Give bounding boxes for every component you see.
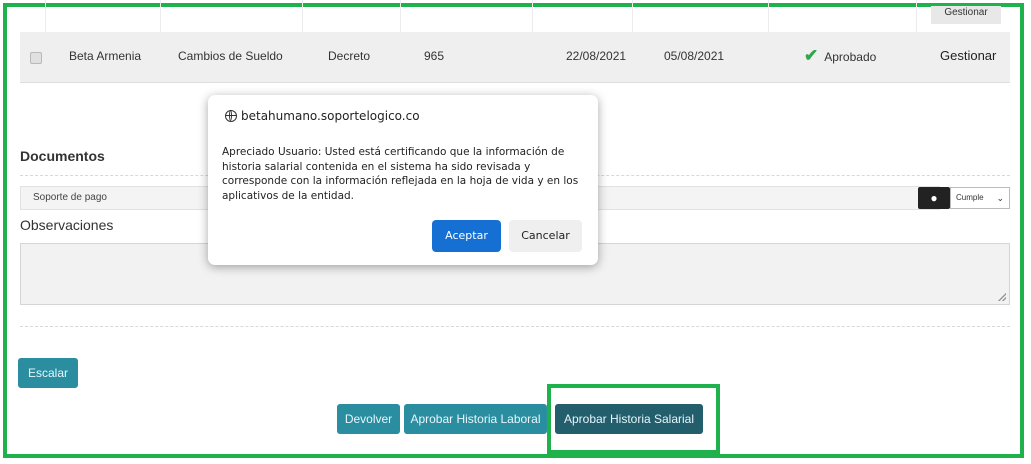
cell-type: Cambios de Sueldo bbox=[178, 49, 283, 63]
table-row: Beta Armenia Cambios de Sueldo Decreto 9… bbox=[20, 32, 1010, 83]
column-separator bbox=[532, 0, 533, 32]
compliance-select-value: Cumple bbox=[956, 193, 984, 202]
column-separator bbox=[768, 0, 769, 32]
escalate-button[interactable]: Escalar bbox=[18, 358, 78, 388]
approve-work-history-button[interactable]: Aprobar Historia Laboral bbox=[404, 404, 547, 434]
cancel-button[interactable]: Cancelar bbox=[509, 220, 582, 252]
column-separator bbox=[160, 0, 161, 32]
requests-table: Gestionar Beta Armenia Cambios de Sueldo… bbox=[20, 0, 1010, 102]
highlight-frame-button bbox=[547, 384, 720, 454]
column-separator bbox=[302, 0, 303, 32]
column-separator bbox=[400, 0, 401, 32]
cell-status: ✔ Aprobado bbox=[804, 32, 876, 82]
cell-entity: Beta Armenia bbox=[69, 49, 142, 63]
confirm-dialog: betahumano.soportelogico.co Apreciado Us… bbox=[208, 95, 598, 265]
table-row-previous: Gestionar bbox=[20, 0, 1010, 33]
manage-button[interactable]: Gestionar bbox=[940, 32, 996, 82]
dialog-message: Apreciado Usuario: Usted está certifican… bbox=[222, 146, 579, 202]
cell-document-type: Decreto bbox=[328, 49, 371, 63]
globe-icon bbox=[225, 110, 237, 122]
row-checkbox[interactable] bbox=[30, 52, 42, 64]
accept-button[interactable]: Aceptar bbox=[432, 220, 501, 252]
checkmark-icon: ✔ bbox=[804, 46, 819, 65]
status-label: Aprobado bbox=[824, 50, 877, 64]
column-separator bbox=[632, 0, 633, 32]
resize-handle-icon[interactable] bbox=[998, 293, 1006, 301]
cell-date-2: 05/08/2021 bbox=[664, 49, 725, 63]
dialog-origin: betahumano.soportelogico.co bbox=[225, 109, 420, 123]
column-separator bbox=[916, 0, 917, 32]
column-separator bbox=[45, 0, 46, 32]
chevron-down-icon: ⌄ bbox=[996, 193, 1004, 203]
documents-title: Documentos bbox=[20, 148, 105, 164]
cell-number: 965 bbox=[424, 49, 445, 63]
observations-label: Observaciones bbox=[20, 217, 114, 233]
return-button[interactable]: Devolver bbox=[337, 404, 400, 434]
compliance-select[interactable]: Cumple ⌄ bbox=[950, 187, 1010, 209]
divider bbox=[20, 326, 1010, 327]
eye-icon[interactable]: ● bbox=[918, 187, 950, 209]
dialog-origin-text: betahumano.soportelogico.co bbox=[241, 109, 420, 123]
manage-button-previous[interactable]: Gestionar bbox=[931, 6, 1001, 24]
cell-date-1: 22/08/2021 bbox=[566, 49, 627, 63]
